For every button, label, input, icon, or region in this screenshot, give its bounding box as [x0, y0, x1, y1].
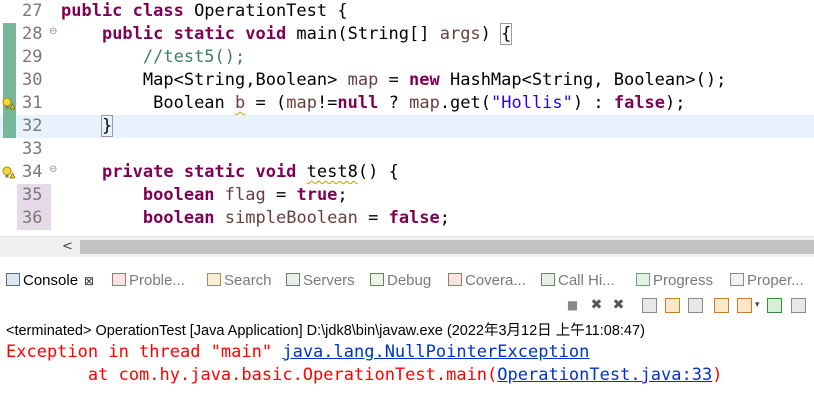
warning-lightbulb-icon[interactable] [2, 97, 15, 110]
fold-collapse-icon[interactable]: ⊖ [49, 26, 57, 38]
line-number: 31 [22, 93, 43, 113]
servers-icon [286, 273, 300, 286]
close-icon[interactable]: ⊠ [84, 274, 94, 288]
clear-console-icon[interactable] [642, 298, 657, 313]
tab-debug[interactable]: Debug [370, 270, 431, 292]
fold-collapse-icon[interactable]: ⊖ [49, 164, 57, 176]
pin-console-icon[interactable] [767, 298, 782, 313]
code-text: public class OperationTest { [61, 1, 348, 21]
console-tab-bar: Console ⊠ Proble... Search Servers Debug … [0, 266, 814, 294]
line-number: 35 [22, 185, 43, 205]
tab-properties[interactable]: Proper... [730, 270, 804, 292]
remove-launch-icon[interactable]: ✖ [589, 298, 604, 313]
code-line-35[interactable]: 35 boolean flag = true; [0, 184, 814, 207]
properties-icon [730, 273, 744, 286]
tab-progress[interactable]: Progress [636, 270, 713, 292]
coverage-icon [448, 273, 462, 286]
show-console-on-stderr-icon[interactable] [737, 298, 752, 313]
line-number: 28 [22, 24, 43, 44]
code-line-33[interactable]: 33 [0, 138, 814, 161]
line-number: 34 [22, 162, 43, 182]
line-number: 30 [22, 70, 43, 90]
scroll-left-icon[interactable]: < [62, 239, 73, 254]
code-editor[interactable]: 27 public class OperationTest { 28 ⊖ pub… [0, 0, 814, 236]
line-number: 27 [22, 1, 43, 21]
line-number: 36 [22, 208, 43, 228]
line-number: 32 [22, 116, 43, 136]
code-line-34[interactable]: 34 ⊖ private static void test8() { [0, 161, 814, 184]
change-marker [3, 46, 16, 69]
code-text: public static void main(String[] args) { [101, 23, 513, 45]
code-text: boolean simpleBoolean = false; [142, 208, 451, 228]
display-selected-console-icon[interactable] [791, 298, 806, 313]
code-text: } [100, 115, 114, 137]
code-line-36[interactable]: 36 boolean simpleBoolean = false; [0, 207, 814, 230]
tab-servers[interactable]: Servers [286, 270, 355, 292]
code-line-32[interactable]: 32 } [0, 115, 814, 138]
line-number: 29 [22, 47, 43, 67]
progress-icon [636, 273, 650, 286]
change-marker [3, 115, 16, 138]
remove-all-terminated-icon[interactable]: ✖ [611, 298, 626, 313]
problems-icon [112, 273, 126, 286]
code-text: private static void test8() { [101, 162, 399, 182]
debug-bug-icon [370, 273, 384, 286]
code-text: Map<String,Boolean> map = new HashMap<St… [142, 70, 727, 90]
horizontal-scrollbar[interactable]: < [0, 236, 814, 257]
console-output-line: at com.hy.java.basic.OperationTest.main(… [6, 365, 723, 385]
console-icon [6, 273, 20, 286]
change-marker [3, 23, 16, 46]
search-icon [207, 273, 221, 286]
tab-problems[interactable]: Proble... [112, 270, 185, 292]
code-line-31[interactable]: 31 Boolean b = (map!=null ? map.get("Hol… [0, 92, 814, 115]
tab-coverage[interactable]: Covera... [448, 270, 526, 292]
code-text: //test5(); [142, 47, 246, 67]
stacktrace-source-link[interactable]: OperationTest.java:33 [497, 365, 712, 385]
tab-call-hierarchy[interactable]: Call Hi... [541, 270, 615, 292]
code-line-27[interactable]: 27 public class OperationTest { [0, 0, 814, 23]
terminate-icon[interactable]: ■ [565, 298, 580, 313]
tab-search[interactable]: Search [207, 270, 272, 292]
code-line-28[interactable]: 28 ⊖ public static void main(String[] ar… [0, 23, 814, 46]
exception-link[interactable]: java.lang.NullPointerException [282, 342, 589, 362]
line-number: 33 [22, 139, 43, 159]
code-text: boolean flag = true; [142, 185, 348, 205]
code-line-30[interactable]: 30 Map<String,Boolean> map = new HashMap… [0, 69, 814, 92]
warning-lightbulb-icon[interactable] [2, 166, 15, 179]
scroll-lock-icon[interactable] [665, 298, 680, 313]
console-status: <terminated> OperationTest [Java Applica… [6, 323, 645, 339]
scrollbar-thumb[interactable] [80, 240, 814, 254]
change-marker [3, 69, 16, 92]
call-hierarchy-icon [541, 273, 555, 286]
console-output-line: Exception in thread "main" java.lang.Nul… [6, 342, 590, 362]
code-text: Boolean b = (map!=null ? map.get("Hollis… [153, 93, 686, 113]
tab-console[interactable]: Console ⊠ [6, 270, 94, 292]
show-console-on-stdout-icon[interactable] [714, 298, 729, 313]
word-wrap-icon[interactable] [688, 298, 703, 313]
code-line-29[interactable]: 29 //test5(); [0, 46, 814, 69]
